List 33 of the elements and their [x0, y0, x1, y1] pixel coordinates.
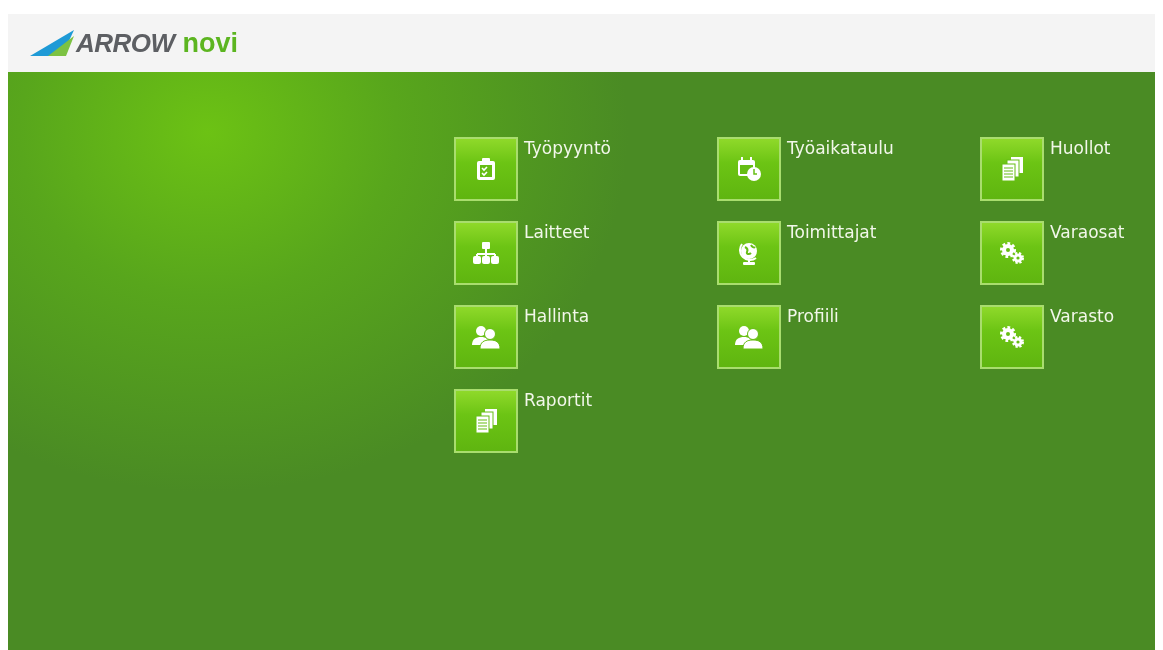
tile-button[interactable] [980, 137, 1044, 201]
gears-icon [999, 325, 1025, 349]
tile-label[interactable]: Laitteet [524, 222, 590, 242]
tile-button[interactable] [717, 305, 781, 369]
tile-button[interactable] [454, 389, 518, 453]
tile-label[interactable]: Työaikataulu [787, 138, 894, 158]
tile-button[interactable] [717, 137, 781, 201]
hierarchy-icon [473, 242, 499, 264]
tile-label[interactable]: Varasto [1050, 306, 1115, 326]
tile-button[interactable] [980, 305, 1044, 369]
gears-icon [999, 241, 1025, 265]
documents-icon [1001, 157, 1023, 181]
tile-label[interactable]: Raportit [524, 390, 593, 410]
tile-label[interactable]: Toimittajat [787, 222, 877, 242]
tile-button[interactable] [454, 221, 518, 285]
tile-button[interactable] [454, 305, 518, 369]
clipboard-icon [477, 158, 495, 180]
tile-button[interactable] [980, 221, 1044, 285]
tile-button[interactable] [717, 221, 781, 285]
logo-brand: ARROW [76, 27, 175, 59]
users-icon [735, 325, 763, 349]
documents-icon [475, 409, 497, 433]
tile-button[interactable] [454, 137, 518, 201]
tile-label[interactable]: Työpyyntö [524, 138, 611, 158]
tile-label[interactable]: Profiili [787, 306, 839, 326]
tile-label[interactable]: Varaosat [1050, 222, 1125, 242]
tile-label[interactable]: Hallinta [524, 306, 590, 326]
users-icon [472, 325, 500, 349]
logo-product: novi [182, 27, 239, 59]
calendar-clock-icon [737, 157, 761, 181]
globe-icon [739, 241, 759, 265]
tile-label[interactable]: Huollot [1050, 138, 1111, 158]
logo-swoosh-icon [30, 30, 74, 56]
